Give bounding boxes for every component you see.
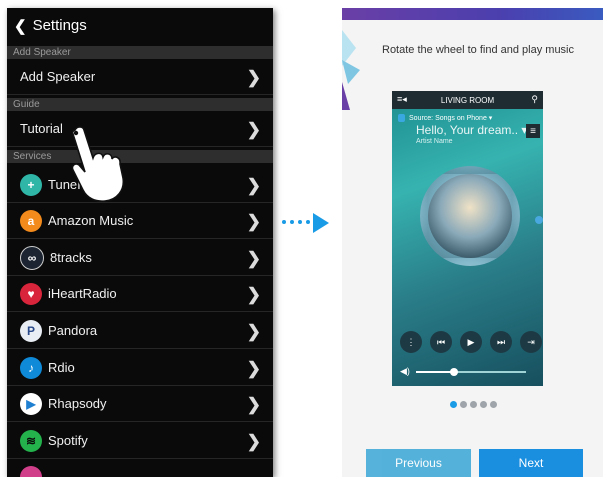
transition-dots	[282, 220, 310, 224]
chevron-right-icon: ❯	[246, 68, 261, 87]
more-icon: ⋮	[400, 331, 422, 353]
row-tutorial[interactable]: Tutorial ❯	[7, 111, 273, 147]
row-label: Add Speaker	[20, 69, 96, 84]
chevron-right-icon: ❯	[246, 432, 261, 451]
queue-icon: ≡◂	[397, 94, 407, 104]
album-wheel	[420, 166, 520, 266]
output-icon: ⇥	[520, 331, 542, 353]
chevron-right-icon: ❯	[246, 249, 261, 268]
row-amazon-music[interactable]: a Amazon Music ❯	[7, 203, 273, 239]
arrow-right-icon	[313, 213, 329, 233]
chevron-right-icon: ❯	[246, 359, 261, 378]
chevron-right-icon: ❯	[246, 176, 261, 195]
row-pandora[interactable]: P Pandora ❯	[7, 313, 273, 349]
section-header-add-speaker: Add Speaker	[7, 46, 273, 59]
previous-button[interactable]: Previous	[366, 449, 471, 477]
row-label: Amazon Music	[48, 213, 134, 228]
back-chevron-icon[interactable]: ❮	[14, 17, 27, 35]
row-tunein[interactable]: + TuneIn ❯	[7, 167, 273, 203]
page-dot[interactable]	[450, 401, 457, 408]
playback-controls: ⋮ ⏮ ▶ ⏭ ⇥	[400, 331, 542, 353]
row-label: iHeartRadio	[48, 286, 117, 301]
settings-header: ❮ Settings	[7, 8, 273, 43]
chevron-right-icon: ❯	[246, 120, 261, 139]
row-label: Tutorial	[20, 121, 63, 136]
spotify-icon: ≋	[20, 429, 42, 452]
row-8tracks[interactable]: ∞ 8tracks ❯	[7, 240, 273, 276]
phone-header: ≡◂ LIVING ROOM ⚲	[392, 91, 543, 109]
app-logo-icon	[342, 30, 360, 110]
tutorial-panel: Rotate the wheel to find and play music …	[342, 8, 603, 477]
volume-control: ◀)	[400, 366, 526, 377]
song-title: Hello, Your dream.. ▾	[416, 123, 528, 137]
volume-icon: ◀)	[400, 366, 410, 376]
chevron-right-icon: ❯	[246, 395, 261, 414]
pointing-hand-icon	[71, 126, 125, 202]
accent-bar	[342, 8, 603, 20]
pandora-icon: P	[20, 319, 42, 342]
settings-title: Settings	[32, 17, 87, 34]
8tracks-icon: ∞	[20, 245, 44, 270]
chevron-right-icon: ❯	[246, 212, 261, 231]
row-partial[interactable]	[7, 459, 273, 477]
row-spotify[interactable]: ≋ Spotify ❯	[7, 423, 273, 459]
row-label: Rhapsody	[48, 396, 107, 411]
row-label: Rdio	[48, 360, 75, 375]
page-dot[interactable]	[490, 401, 497, 408]
source-label: Source: Songs on Phone ▾	[409, 115, 493, 122]
previous-track-icon: ⏮	[430, 331, 452, 353]
tunein-icon: +	[20, 173, 42, 196]
section-header-guide: Guide	[7, 98, 273, 111]
wheel-handle	[535, 216, 543, 224]
tutorial-instruction: Rotate the wheel to find and play music	[382, 44, 575, 56]
service-icon	[20, 466, 42, 477]
rhapsody-icon: ▶	[20, 392, 42, 415]
row-iheartradio[interactable]: ♥ iHeartRadio ❯	[7, 276, 273, 312]
next-track-icon: ⏭	[490, 331, 512, 353]
search-icon: ⚲	[531, 94, 538, 104]
row-add-speaker[interactable]: Add Speaker ❯	[7, 59, 273, 95]
iheartradio-icon: ♥	[20, 282, 42, 305]
chevron-right-icon: ❯	[246, 285, 261, 304]
settings-panel: ❮ Settings Add Speaker Add Speaker ❯ Gui…	[7, 8, 273, 477]
volume-fill	[415, 370, 455, 373]
source-selector: Source: Songs on Phone ▾	[398, 114, 492, 122]
menu-icon: ≡	[526, 124, 540, 138]
page-dot[interactable]	[460, 401, 467, 408]
amazon-music-icon: a	[20, 209, 42, 232]
page-indicator	[450, 401, 497, 408]
row-label: 8tracks	[50, 250, 92, 265]
room-name: LIVING ROOM	[440, 95, 495, 105]
row-label: Spotify	[48, 433, 88, 448]
phone-screenshot: ≡◂ LIVING ROOM ⚲ Source: Songs on Phone …	[392, 91, 543, 386]
rdio-icon: ♪	[20, 356, 42, 379]
section-header-services: Services	[7, 150, 273, 163]
chevron-right-icon: ❯	[246, 322, 261, 341]
volume-knob	[450, 367, 459, 376]
artist-name: Artist Name	[416, 138, 453, 145]
row-rdio[interactable]: ♪ Rdio ❯	[7, 350, 273, 386]
next-button[interactable]: Next	[479, 449, 583, 477]
phone-icon	[398, 114, 405, 122]
row-label: Pandora	[48, 323, 98, 338]
row-rhapsody[interactable]: ▶ Rhapsody ❯	[7, 386, 273, 422]
play-icon: ▶	[460, 331, 482, 353]
page-dot[interactable]	[480, 401, 487, 408]
page-dot[interactable]	[470, 401, 477, 408]
volume-track	[415, 367, 526, 376]
